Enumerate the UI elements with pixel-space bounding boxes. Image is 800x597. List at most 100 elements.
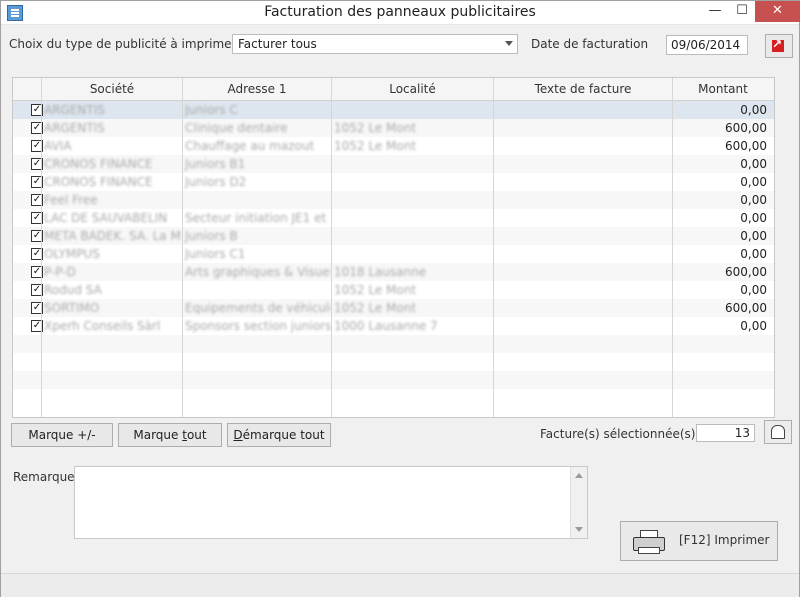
cell-adresse: Chauffage au mazout [185, 139, 315, 153]
cell-societe: CRONOS FINANCE [44, 157, 153, 171]
empty-row [13, 389, 774, 407]
close-button[interactable]: ✕ [755, 1, 800, 22]
remarque-scrollbar[interactable] [570, 467, 587, 538]
table-row[interactable]: ✓ Feel Free 0,00 [13, 191, 774, 209]
table-row[interactable]: ✓ Xperh Conseils Sàrl Sponsors section jun… [13, 317, 774, 335]
cell-montant: 0,00 [740, 283, 767, 297]
print-button[interactable]: [F12] Imprimer [620, 521, 778, 561]
cell-societe: AVIA [44, 139, 72, 153]
type-select[interactable]: Facturer tous [232, 34, 518, 54]
cell-montant: 0,00 [740, 193, 767, 207]
cell-localite: 1052 Le Mont [334, 301, 417, 315]
cell-localite [332, 155, 493, 173]
column-divider [182, 100, 183, 417]
header-montant[interactable]: Montant [673, 78, 773, 100]
table-row[interactable]: ✓ AVIA Chauffage au mazout 1052 Le Mont 600,… [13, 137, 774, 155]
mark-all-label-a: Marque [133, 428, 183, 442]
invoice-table[interactable]: Société Adresse 1 Localité Texte de fact… [12, 77, 775, 418]
remarque-textarea[interactable] [74, 466, 588, 539]
cell-adresse: Sponsors section juniors [185, 319, 331, 333]
table-row[interactable]: ✓ LAC DE SAUVABELIN Secteur initiation JE1… [13, 209, 774, 227]
calc-button[interactable] [764, 420, 792, 444]
unmark-all-label: émarque tout [242, 428, 325, 442]
mark-all-button[interactable]: Marque tout [118, 423, 222, 447]
window-title: Facturation des panneaux publicitaires [264, 4, 536, 20]
empty-row [13, 335, 774, 353]
maximize-button[interactable]: ☐ [729, 1, 755, 22]
column-divider [41, 100, 42, 417]
cell-localite: 1052 Le Mont [334, 121, 417, 135]
column-divider [331, 100, 332, 417]
calculator-icon [771, 425, 785, 439]
cell-adresse: Secteur initiation JE1 et [185, 211, 327, 225]
cell-texte [494, 101, 672, 119]
table-row[interactable]: ✓ ARGENTIS Juniors C 0,00 [13, 101, 774, 119]
cell-localite [332, 209, 493, 227]
cell-adresse: Arts graphiques & Visuel [185, 265, 331, 279]
cell-texte [494, 263, 672, 281]
cell-localite [332, 227, 493, 245]
header-adresse[interactable]: Adresse 1 [183, 78, 332, 100]
cell-texte [494, 281, 672, 299]
cell-localite: 1018 Lausanne [334, 265, 427, 279]
cell-texte [494, 173, 672, 191]
cell-societe: LAC DE SAUVABELIN [44, 211, 168, 225]
date-input[interactable]: 09/06/2014 [666, 35, 748, 55]
cell-montant: 600,00 [725, 265, 767, 279]
mark-all-label-b: out [186, 428, 207, 442]
mark-toggle-label: Marque +/- [28, 428, 96, 442]
header-societe[interactable]: Société [42, 78, 183, 100]
table-row[interactable]: ✓ CRONOS FINANCE Juniors D2 0,00 [13, 173, 774, 191]
header-check [13, 78, 42, 100]
minimize-button[interactable]: — [701, 1, 729, 22]
table-row[interactable]: ✓ P-P-D Arts graphiques & Visuel 1018 Lausa… [13, 263, 774, 281]
table-header: Société Adresse 1 Localité Texte de fact… [13, 78, 774, 101]
selection-count: 13 [734, 426, 750, 440]
cell-montant: 0,00 [740, 247, 767, 261]
cell-adresse: Juniors D2 [185, 175, 247, 189]
table-row[interactable]: ✓ OLYMPUS Juniors C1 0,00 [13, 245, 774, 263]
column-divider [493, 100, 494, 417]
cell-adresse [183, 281, 331, 299]
unmark-all-button[interactable]: Démarque tout [227, 423, 331, 447]
cell-texte [494, 245, 672, 263]
header-texte[interactable]: Texte de facture [494, 78, 673, 100]
status-bar [1, 573, 799, 597]
cell-montant: 0,00 [740, 229, 767, 243]
cell-localite [332, 245, 493, 263]
cell-societe: ARGENTIS [44, 121, 105, 135]
cell-societe: META BADEK. SA. La M [44, 229, 181, 243]
cell-adresse: Juniors C1 [185, 247, 246, 261]
cell-societe: ARGENTIS [44, 103, 105, 117]
cell-texte [494, 119, 672, 137]
cell-localite: 1000 Lausanne 7 [334, 319, 438, 333]
table-row[interactable]: ✓ SORTIMO Equipements de véhicule 1052 Le M… [13, 299, 774, 317]
table-row[interactable]: ✓ ARGENTIS Clinique dentaire 1052 Le Mont 60… [13, 119, 774, 137]
cell-adresse: Clinique dentaire [185, 121, 288, 135]
cell-adresse [183, 191, 331, 209]
export-button[interactable] [765, 34, 793, 58]
empty-row [13, 371, 774, 389]
scroll-down-icon[interactable] [575, 527, 583, 532]
remarque-label: Remarque [13, 470, 75, 484]
cell-montant: 0,00 [740, 319, 767, 333]
billing-window: Facturation des panneaux publicitaires —… [0, 0, 800, 597]
mark-toggle-button[interactable]: Marque +/- [11, 423, 113, 447]
cell-adresse: Juniors C [185, 103, 238, 117]
cell-montant: 600,00 [725, 139, 767, 153]
cell-montant: 600,00 [725, 301, 767, 315]
table-row[interactable]: ✓ Rodud SA 1052 Le Mont 0,00 [13, 281, 774, 299]
selection-count-field: 13 [696, 424, 755, 442]
cell-societe: CRONOS FINANCE [44, 175, 153, 189]
cell-localite: 1052 Le Mont [334, 139, 417, 153]
cell-adresse: Juniors B1 [185, 157, 246, 171]
date-value: 09/06/2014 [671, 38, 741, 52]
cell-societe: SORTIMO [44, 301, 100, 315]
scroll-up-icon[interactable] [575, 473, 583, 478]
cell-montant: 0,00 [740, 103, 767, 117]
table-row[interactable]: ✓ META BADEK. SA. La M Juniors B 0,00 [13, 227, 774, 245]
cell-montant: 600,00 [725, 121, 767, 135]
table-row[interactable]: ✓ CRONOS FINANCE Juniors B1 0,00 [13, 155, 774, 173]
header-localite[interactable]: Localité [332, 78, 494, 100]
type-label: Choix du type de publicité à imprimer [9, 37, 237, 51]
